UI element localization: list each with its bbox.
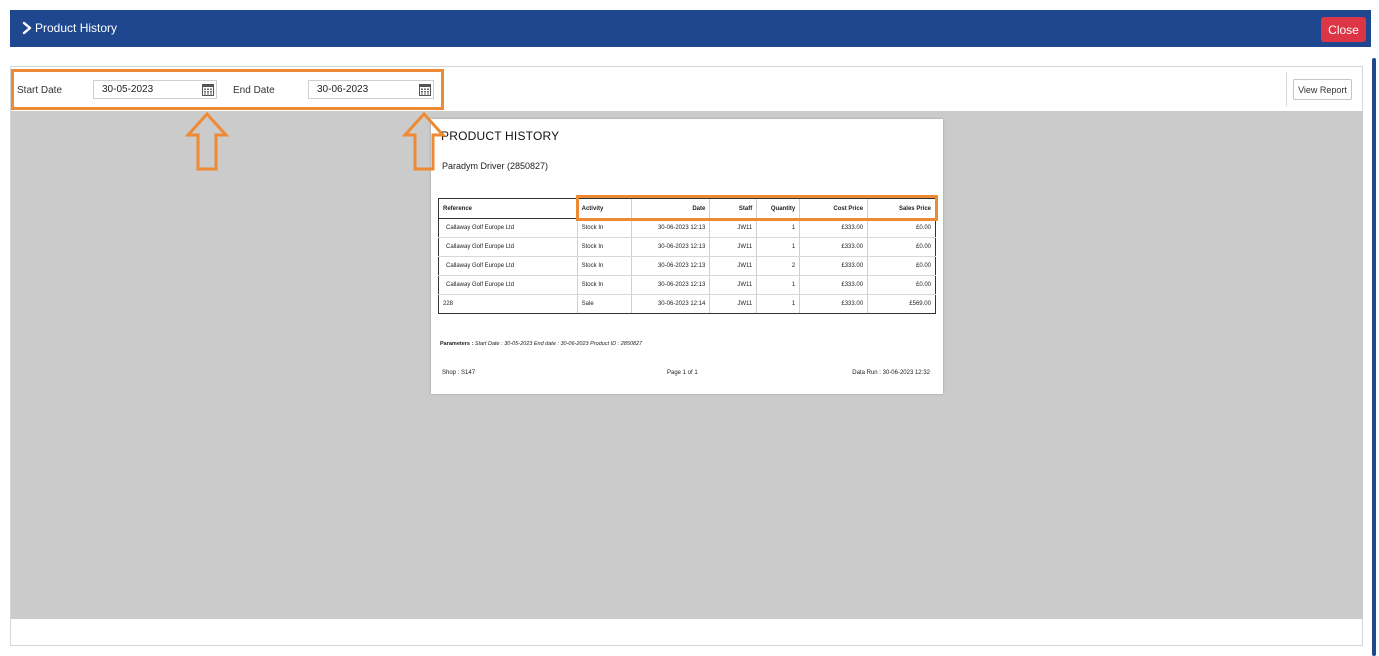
footer-data-run: Data Run : 30-06-2023 12:32 xyxy=(852,370,930,376)
column-header: Reference xyxy=(438,198,578,219)
table-cell: £333.00 xyxy=(799,294,868,314)
table-cell: Stock In xyxy=(576,275,632,295)
table-cell: Callaway Golf Europe Ltd xyxy=(438,237,578,257)
table-cell: 2 xyxy=(756,256,800,276)
columns-highlight xyxy=(576,195,938,221)
window-title: Product History xyxy=(35,21,118,35)
table-cell: Stock In xyxy=(576,256,632,276)
table-cell: JW11 xyxy=(709,275,757,295)
view-report-button[interactable]: View Report xyxy=(1293,79,1352,100)
table-cell: £333.00 xyxy=(799,275,868,295)
table-cell: Stock In xyxy=(576,218,632,238)
table-row: Callaway Golf Europe Ltd Stock In 30-06-… xyxy=(438,237,936,257)
table-cell: £569.00 xyxy=(867,294,936,314)
table-cell: JW11 xyxy=(709,237,757,257)
parameters-text: Start Date : 30-05-2023 End date : 30-06… xyxy=(474,341,643,347)
toolbar-separator xyxy=(1286,72,1287,106)
table-cell: 1 xyxy=(756,218,800,238)
report-page: PRODUCT HISTORY Paradym Driver (2850827)… xyxy=(431,119,943,394)
table-cell: Callaway Golf Europe Ltd xyxy=(438,275,578,295)
table-row: Callaway Golf Europe Ltd Stock In 30-06-… xyxy=(438,275,936,295)
table-cell: £333.00 xyxy=(799,218,868,238)
footer-shop: Shop : S147 xyxy=(442,370,476,376)
arrow-up-outline-icon xyxy=(185,111,229,171)
table-cell: £0.00 xyxy=(867,218,936,238)
title-bar: Product History Close xyxy=(10,10,1371,47)
table-cell: £333.00 xyxy=(799,256,868,276)
table-cell: 228 xyxy=(438,294,578,314)
table-cell: £0.00 xyxy=(867,275,936,295)
parameters-label: Parameters : xyxy=(440,341,474,347)
table-cell: Sale xyxy=(576,294,632,314)
table-cell: 30-06-2023 12:13 xyxy=(630,218,710,238)
report-product: Paradym Driver (2850827) xyxy=(442,161,549,171)
date-filter-highlight xyxy=(11,69,444,110)
table-cell: Callaway Golf Europe Ltd xyxy=(438,256,578,276)
chevron-right-icon xyxy=(22,21,32,35)
table-cell: 30-06-2023 12:13 xyxy=(630,237,710,257)
close-button[interactable]: Close xyxy=(1321,17,1366,42)
table-cell: Stock In xyxy=(576,237,632,257)
table-row: Callaway Golf Europe Ltd Stock In 30-06-… xyxy=(438,256,936,276)
arrow-up-outline-icon xyxy=(402,111,446,171)
report-parameters: Parameters : Start Date : 30-05-2023 End… xyxy=(440,341,642,347)
table-row: 228 Sale 30-06-2023 12:14 JW11 1 £333.00… xyxy=(438,294,936,314)
table-cell: £0.00 xyxy=(867,256,936,276)
report-title: PRODUCT HISTORY xyxy=(441,129,560,143)
table-cell: 1 xyxy=(756,275,800,295)
table-cell: 30-06-2023 12:13 xyxy=(630,275,710,295)
table-cell: 30-06-2023 12:13 xyxy=(630,256,710,276)
table-cell: Callaway Golf Europe Ltd xyxy=(438,218,578,238)
table-cell: JW11 xyxy=(709,218,757,238)
table-row: Callaway Golf Europe Ltd Stock In 30-06-… xyxy=(438,218,936,238)
table-cell: £0.00 xyxy=(867,237,936,257)
table-cell: 1 xyxy=(756,294,800,314)
table-cell: JW11 xyxy=(709,294,757,314)
table-cell: £333.00 xyxy=(799,237,868,257)
scrollbar[interactable] xyxy=(1372,58,1376,656)
table-cell: 1 xyxy=(756,237,800,257)
footer-page-number: Page 1 of 1 xyxy=(667,370,698,376)
table-cell: JW11 xyxy=(709,256,757,276)
table-cell: 30-06-2023 12:14 xyxy=(630,294,710,314)
